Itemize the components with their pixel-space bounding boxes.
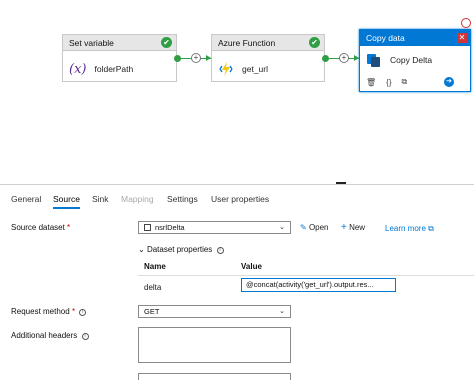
azure-function-activity[interactable]: Azure Function ✔ get_url (211, 34, 325, 82)
activity-type: Azure Function (218, 38, 276, 48)
column-header-name: Name (144, 262, 166, 271)
new-label: New (349, 223, 366, 232)
tab-settings[interactable]: Settings (167, 194, 198, 204)
success-check-icon: ✔ (161, 37, 172, 48)
chevron-down-icon: ⌄ (138, 245, 145, 254)
error-indicator-icon (461, 18, 471, 28)
connector-start-dot (174, 55, 181, 62)
dataset-icon (144, 224, 151, 231)
add-activity-button[interactable]: + (339, 53, 349, 63)
label-text: Additional headers (11, 331, 78, 340)
variable-icon: (x) (69, 61, 87, 77)
activity-header: Azure Function ✔ (212, 35, 324, 51)
plus-icon: + (341, 222, 347, 233)
learn-more-text: Learn more (385, 224, 426, 233)
request-method-select[interactable]: GET ⌄ (138, 305, 291, 318)
dataset-properties-label: Dataset properties (146, 245, 213, 254)
source-dataset-select[interactable]: nsrlDelta ⌄ (138, 221, 291, 234)
set-variable-activity[interactable]: Set variable ✔ (x) folderPath (62, 34, 177, 82)
new-dataset-button[interactable]: + New (341, 222, 365, 233)
activity-name: folderPath (94, 64, 134, 74)
add-output-arrow-icon[interactable]: ➔ (444, 77, 454, 87)
tab-source[interactable]: Source (53, 194, 80, 204)
connector-start-dot (322, 55, 329, 62)
activity-header: Copy data ✕ (360, 30, 470, 46)
chevron-down-icon: ⌄ (279, 224, 285, 231)
azure-function-icon (219, 62, 233, 76)
additional-headers-label: Additional headers i (11, 331, 89, 340)
chevron-down-icon: ⌄ (279, 308, 285, 315)
success-check-icon: ✔ (309, 37, 320, 48)
app-root: Set variable ✔ (x) folderPath + Azure Fu… (0, 0, 474, 380)
info-icon: i (79, 309, 87, 316)
code-icon[interactable]: {} (386, 78, 391, 87)
tab-mapping[interactable]: Mapping (121, 194, 154, 204)
dataset-properties-toggle[interactable]: ⌄ Dataset properties i (138, 245, 224, 254)
pipeline-canvas[interactable]: Set variable ✔ (x) folderPath + Azure Fu… (0, 0, 474, 183)
clone-icon[interactable]: ⧉ (402, 77, 408, 87)
learn-more-link[interactable]: Learn more ⧉ (385, 224, 434, 234)
tab-general[interactable]: General (11, 194, 41, 204)
label-text: Request method (11, 307, 70, 316)
additional-headers-input[interactable] (138, 327, 291, 363)
required-mark: * (67, 223, 71, 232)
activity-name: get_url (242, 64, 268, 74)
tab-sink[interactable]: Sink (92, 194, 109, 204)
open-label: Open (308, 223, 329, 232)
request-method-label: Request method * i (11, 307, 87, 316)
activity-name: Copy Delta (390, 55, 433, 65)
resize-handle[interactable] (336, 182, 346, 184)
dataset-properties-table: Name Value delta @concat(activity('get_u… (138, 258, 474, 294)
dataset-value: nsrlDelta (155, 223, 185, 232)
tab-user-properties[interactable]: User properties (211, 194, 269, 204)
delete-activity-icon[interactable]: ✕ (457, 33, 467, 43)
properties-tabs: General Source Sink Mapping Settings Use… (0, 190, 474, 210)
info-icon: i (216, 247, 224, 254)
dynamic-content-input[interactable]: @concat(activity('get_url').output.res..… (241, 278, 396, 292)
column-header-value: Value (241, 262, 262, 271)
required-mark: * (71, 307, 76, 316)
activity-type: Set variable (69, 38, 114, 48)
active-tab-indicator (53, 207, 80, 209)
open-dataset-button[interactable]: ✎ Open (300, 223, 329, 232)
next-field-input[interactable] (138, 373, 291, 380)
external-link-icon: ⧉ (428, 224, 434, 233)
activity-toolbar: 🗑 {} ⧉ ➔ (366, 76, 464, 88)
panel-divider (0, 184, 474, 185)
source-dataset-label: Source dataset * (11, 223, 70, 232)
selected-value: GET (144, 307, 160, 316)
header-divider (138, 275, 474, 276)
property-name: delta (144, 283, 162, 292)
delete-icon[interactable]: 🗑 (366, 78, 376, 87)
copy-data-activity[interactable]: Copy data ✕ Copy Delta 🗑 {} ⧉ ➔ (359, 29, 471, 92)
activity-header: Set variable ✔ (63, 35, 176, 51)
add-activity-button[interactable]: + (191, 53, 201, 63)
copy-data-icon (367, 54, 380, 67)
label-text: Source dataset (11, 223, 65, 232)
edit-icon: ✎ (300, 223, 307, 232)
activity-type: Copy data (366, 33, 405, 43)
info-icon: i (81, 333, 89, 340)
